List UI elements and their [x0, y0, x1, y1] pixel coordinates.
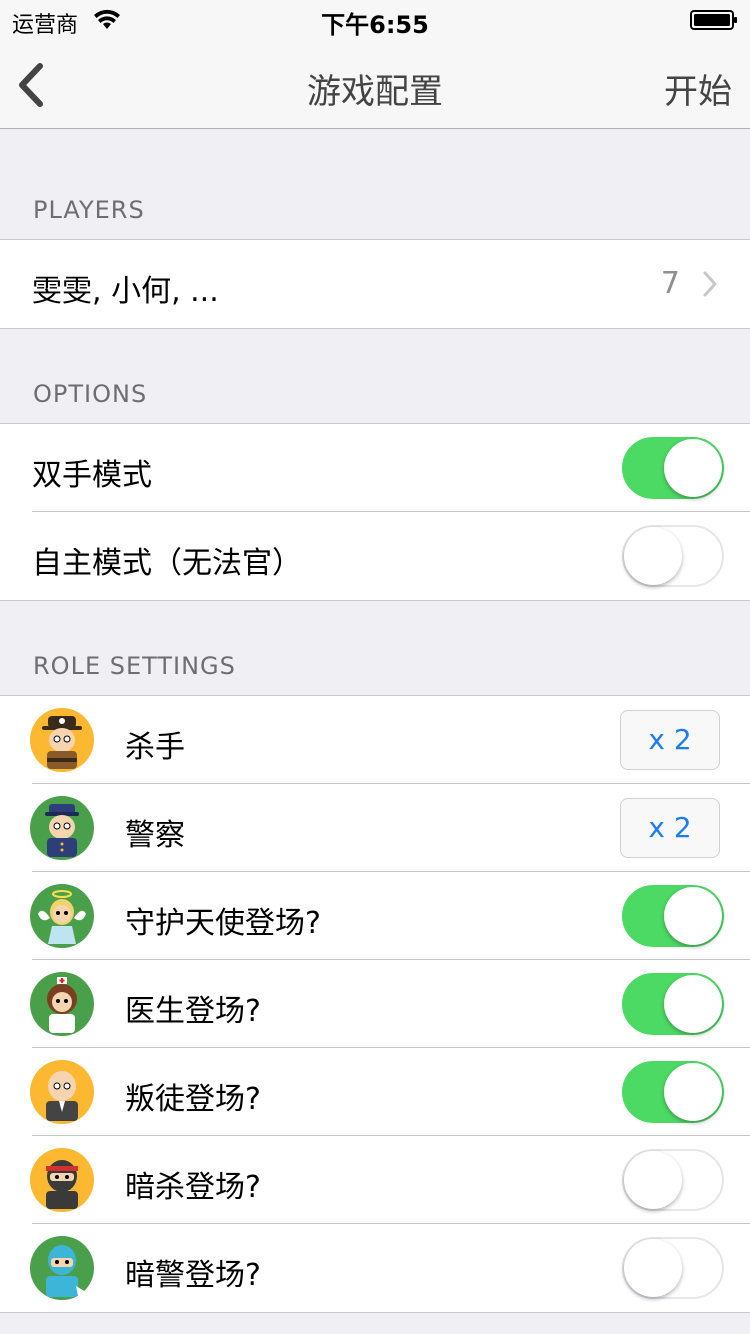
option-label: 自主模式（无法官）: [32, 546, 302, 581]
killer-count-button[interactable]: x 2: [620, 710, 720, 770]
role-settings-section-header: ROLE SETTINGS: [33, 652, 236, 680]
two-hand-mode-toggle[interactable]: [622, 437, 724, 499]
toggle-knob: [664, 439, 722, 497]
players-row[interactable]: 雯雯, 小何, ... 7: [0, 240, 750, 328]
role-label: 暗警登场?: [125, 1258, 261, 1293]
role-label: 暗杀登场?: [125, 1170, 261, 1205]
battery-icon: [690, 10, 737, 30]
option-label: 双手模式: [32, 458, 152, 493]
role-row-traitor: 叛徒登场?: [0, 1048, 750, 1136]
angel-avatar-icon: [30, 884, 94, 948]
guardian-angel-toggle[interactable]: [622, 885, 724, 947]
option-row-two-hand-mode: 双手模式: [0, 424, 750, 512]
status-time: 下午6:55: [321, 11, 429, 39]
role-row-killer: 杀手 x 2: [0, 696, 750, 784]
role-label: 守护天使登场?: [125, 906, 321, 941]
players-count: 7: [660, 266, 680, 301]
navigation-bar: 游戏配置 开始: [0, 40, 750, 129]
toggle-knob: [624, 1151, 682, 1209]
traitor-toggle[interactable]: [622, 1061, 724, 1123]
options-group: 双手模式 自主模式（无法官）: [0, 423, 750, 601]
toggle-knob: [664, 887, 722, 945]
role-label: 警察: [125, 818, 185, 853]
role-label: 医生登场?: [125, 994, 261, 1029]
toggle-knob: [624, 1239, 682, 1297]
doctor-toggle[interactable]: [622, 973, 724, 1035]
options-section-header: OPTIONS: [33, 380, 148, 408]
status-bar: 运营商 下午6:55: [0, 0, 750, 40]
role-row-doctor: 医生登场?: [0, 960, 750, 1048]
undercover-police-toggle[interactable]: [622, 1237, 724, 1299]
role-row-assassin: 暗杀登场?: [0, 1136, 750, 1224]
assassin-avatar-icon: [30, 1148, 94, 1212]
self-host-mode-toggle[interactable]: [622, 525, 724, 587]
toggle-knob: [664, 975, 722, 1033]
assassin-toggle[interactable]: [622, 1149, 724, 1211]
traitor-avatar-icon: [30, 1060, 94, 1124]
role-settings-group: 杀手 x 2 警察 x 2 守护天使登场? 医生登场? 叛徒登场? 暗杀登场? …: [0, 695, 750, 1313]
chevron-right-icon: [703, 271, 717, 297]
killer-avatar-icon: [30, 708, 94, 772]
toggle-knob: [624, 527, 682, 585]
role-label: 叛徒登场?: [125, 1082, 261, 1117]
undercover-police-avatar-icon: [30, 1236, 94, 1300]
toggle-knob: [664, 1063, 722, 1121]
role-row-police: 警察 x 2: [0, 784, 750, 872]
page-title: 游戏配置: [307, 72, 443, 112]
role-row-guardian-angel: 守护天使登场?: [0, 872, 750, 960]
role-row-undercover-police: 暗警登场?: [0, 1224, 750, 1312]
option-row-self-host-mode: 自主模式（无法官）: [0, 512, 750, 600]
players-section-header: PLAYERS: [33, 196, 145, 224]
players-group: 雯雯, 小何, ... 7: [0, 239, 750, 329]
police-avatar-icon: [30, 796, 94, 860]
police-count-button[interactable]: x 2: [620, 798, 720, 858]
role-label: 杀手: [125, 730, 185, 765]
start-button[interactable]: 开始: [664, 64, 732, 113]
players-names: 雯雯, 小何, ...: [32, 274, 219, 309]
doctor-avatar-icon: [30, 972, 94, 1036]
